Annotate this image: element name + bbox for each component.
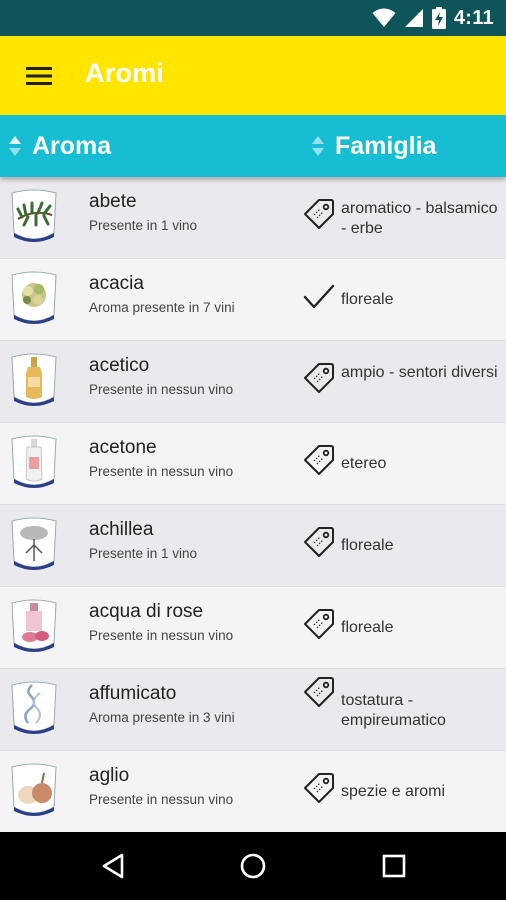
battery-charging-icon <box>431 7 446 29</box>
aroma-count: Presente in 1 vino <box>89 218 198 233</box>
aroma-count: Presente in nessun vino <box>89 792 234 807</box>
aroma-count: Aroma presente in 3 vini <box>89 710 235 725</box>
app-bar: Aromi <box>0 36 506 115</box>
aroma-count: Presente in 1 vino <box>89 546 198 561</box>
aroma-count: Presente in nessun vino <box>89 464 234 479</box>
fir-branch-thumbnail <box>11 189 57 242</box>
achillea-plant-thumbnail <box>11 517 57 570</box>
aroma-list: abete Presente in 1 vino aromatico - bal… <box>0 177 506 832</box>
column-label-aroma: Aroma <box>32 131 112 160</box>
tag-icon <box>304 363 334 393</box>
aroma-family: aromatico - balsamico - erbe <box>341 200 498 237</box>
page-title: Aromi <box>85 58 165 88</box>
aroma-name: affumicato <box>89 683 177 704</box>
aroma-name: abete <box>89 191 137 212</box>
list-item[interactable]: acetone Presente in nessun vino etereo <box>0 423 506 505</box>
list-item[interactable]: abete Presente in 1 vino aromatico - bal… <box>0 177 506 259</box>
tag-icon <box>304 609 334 639</box>
signal-icon <box>404 9 423 27</box>
list-item[interactable]: achillea Presente in 1 vino floreale <box>0 505 506 587</box>
garlic-thumbnail <box>11 763 57 816</box>
aroma-family: ampio - sentori diversi <box>341 364 498 381</box>
list-item[interactable]: affumicato Aroma presente in 3 vini tost… <box>0 669 506 751</box>
back-button[interactable] <box>91 846 135 886</box>
status-bar: 4:11 <box>0 0 506 36</box>
sort-icon <box>9 136 21 156</box>
aroma-count: Presente in nessun vino <box>89 628 234 643</box>
rose-water-thumbnail <box>11 599 57 652</box>
tag-icon <box>304 677 334 707</box>
tag-icon <box>304 773 334 803</box>
column-label-famiglia: Famiglia <box>335 131 437 160</box>
list-item[interactable]: acetico Presente in nessun vino ampio - … <box>0 341 506 423</box>
tag-icon <box>304 199 334 229</box>
aroma-family: etereo <box>341 455 387 472</box>
aroma-family: floreale <box>341 619 394 636</box>
aroma-count: Aroma presente in 7 vini <box>89 300 235 315</box>
aroma-family: tostatura - empireumatico <box>341 692 446 729</box>
status-icons: 4:11 <box>372 0 494 36</box>
list-item[interactable]: acqua di rose Presente in nessun vino fl… <box>0 587 506 669</box>
home-button[interactable] <box>231 846 275 886</box>
home-circle-icon <box>240 853 266 879</box>
check-icon <box>303 284 335 309</box>
status-time: 4:11 <box>453 6 494 29</box>
sort-by-aroma[interactable]: Aroma <box>8 115 111 177</box>
list-item[interactable]: acacia Aroma presente in 7 vini floreale <box>0 259 506 341</box>
back-triangle-icon <box>102 853 124 879</box>
smoke-thumbnail <box>11 681 57 734</box>
tag-icon <box>304 527 334 557</box>
aroma-name: aglio <box>89 765 130 786</box>
sort-icon <box>312 136 324 156</box>
menu-button[interactable] <box>14 56 64 96</box>
sort-by-famiglia[interactable]: Famiglia <box>311 115 436 177</box>
aroma-count: Presente in nessun vino <box>89 382 234 397</box>
recents-button[interactable] <box>372 846 416 886</box>
recents-square-icon <box>382 854 406 878</box>
aroma-name: acetico <box>89 355 150 376</box>
aroma-family: floreale <box>341 291 394 308</box>
acacia-flower-thumbnail <box>11 271 57 324</box>
column-header: Aroma Famiglia <box>0 115 506 177</box>
aroma-name: acacia <box>89 273 144 294</box>
navigation-bar <box>0 832 506 900</box>
list-item[interactable]: aglio Presente in nessun vino spezie e a… <box>0 751 506 832</box>
tag-icon <box>304 445 334 475</box>
aroma-family: floreale <box>341 537 394 554</box>
acetone-bottle-thumbnail <box>11 435 57 488</box>
wifi-icon <box>372 8 396 27</box>
aroma-family: spezie e aromi <box>341 783 446 800</box>
aroma-name: acqua di rose <box>89 601 204 622</box>
aroma-name: acetone <box>89 437 157 458</box>
vinegar-bottle-thumbnail <box>11 353 57 406</box>
hamburger-menu-icon <box>26 67 52 85</box>
aroma-name: achillea <box>89 519 154 540</box>
